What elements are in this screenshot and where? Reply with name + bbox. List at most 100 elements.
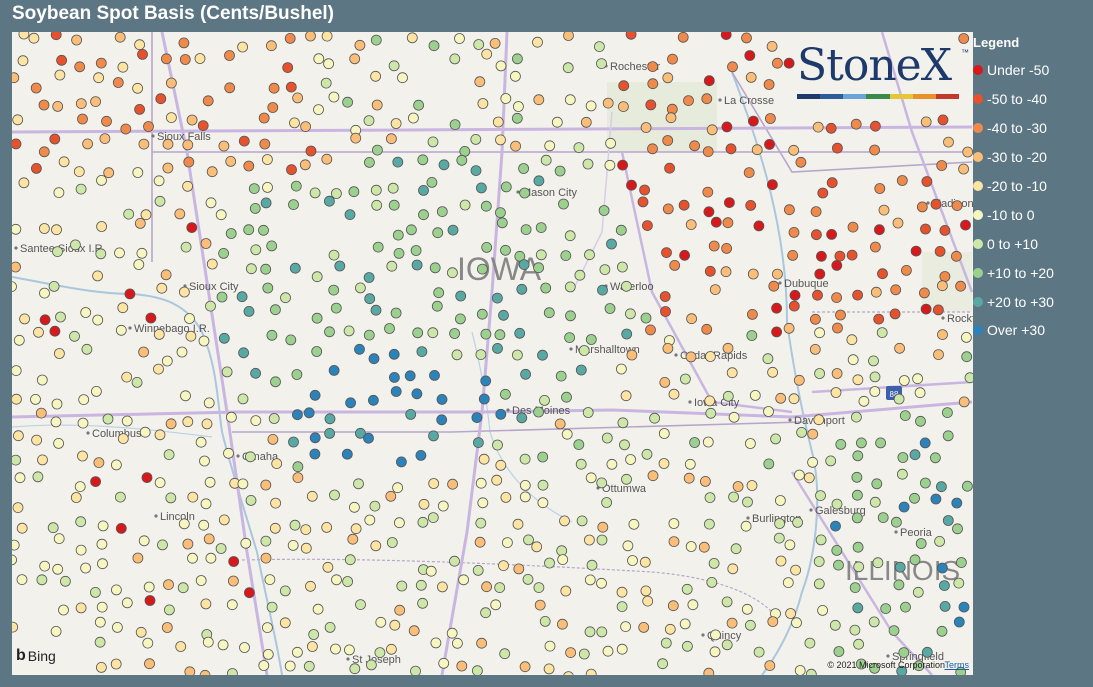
- basis-dot[interactable]: [186, 114, 198, 126]
- basis-dot[interactable]: [744, 50, 756, 61]
- basis-dot[interactable]: [858, 395, 870, 407]
- basis-dot[interactable]: [562, 62, 574, 74]
- basis-dot[interactable]: [81, 343, 93, 355]
- basis-dot[interactable]: [305, 145, 317, 157]
- basis-dot[interactable]: [951, 200, 963, 212]
- basis-dot[interactable]: [477, 497, 489, 509]
- basis-dot[interactable]: [472, 437, 484, 449]
- basis-dot[interactable]: [267, 433, 279, 445]
- basis-dot[interactable]: [237, 393, 249, 405]
- basis-dot[interactable]: [495, 459, 507, 471]
- basis-dot[interactable]: [19, 313, 31, 325]
- basis-dot[interactable]: [544, 557, 555, 569]
- basis-dot[interactable]: [953, 616, 965, 628]
- basis-dot[interactable]: [249, 202, 261, 214]
- basis-dot[interactable]: [51, 398, 63, 410]
- basis-dot[interactable]: [154, 429, 166, 441]
- basis-dot[interactable]: [498, 309, 509, 321]
- basis-dot[interactable]: [260, 197, 272, 209]
- basis-dot[interactable]: [308, 629, 320, 640]
- basis-dot[interactable]: [372, 241, 384, 253]
- basis-dot[interactable]: [584, 574, 596, 586]
- basis-dot[interactable]: [140, 209, 152, 221]
- basis-dot[interactable]: [429, 262, 441, 274]
- basis-dot[interactable]: [12, 138, 22, 150]
- basis-dot[interactable]: [599, 264, 611, 276]
- basis-dot[interactable]: [291, 646, 303, 658]
- basis-dot[interactable]: [16, 522, 28, 534]
- basis-dot[interactable]: [889, 308, 901, 320]
- basis-dot[interactable]: [475, 477, 487, 489]
- basis-dot[interactable]: [914, 387, 926, 399]
- basis-dot[interactable]: [520, 368, 531, 380]
- basis-dot[interactable]: [640, 312, 652, 324]
- basis-dot[interactable]: [804, 637, 816, 649]
- basis-dot[interactable]: [184, 313, 195, 324]
- basis-dot[interactable]: [835, 438, 847, 450]
- basis-dot[interactable]: [952, 523, 963, 535]
- basis-dot[interactable]: [667, 53, 678, 65]
- basis-dot[interactable]: [817, 605, 828, 616]
- basis-dot[interactable]: [512, 101, 524, 112]
- basis-dot[interactable]: [899, 410, 911, 422]
- basis-dot[interactable]: [939, 601, 951, 612]
- basis-dot[interactable]: [50, 32, 62, 41]
- basis-dot[interactable]: [115, 522, 127, 534]
- basis-dot[interactable]: [732, 481, 744, 492]
- basis-dot[interactable]: [218, 140, 230, 152]
- basis-dot[interactable]: [831, 292, 842, 304]
- basis-dot[interactable]: [920, 477, 931, 489]
- basis-dot[interactable]: [31, 434, 43, 446]
- basis-dot[interactable]: [163, 604, 175, 616]
- basis-dot[interactable]: [182, 139, 194, 151]
- basis-dot[interactable]: [428, 430, 439, 442]
- basis-dot[interactable]: [766, 40, 778, 52]
- basis-dot[interactable]: [727, 61, 738, 73]
- basis-dot[interactable]: [617, 417, 629, 429]
- basis-dot[interactable]: [12, 223, 22, 235]
- basis-dot[interactable]: [53, 187, 65, 199]
- basis-dot[interactable]: [500, 93, 512, 104]
- basis-dot[interactable]: [849, 624, 861, 636]
- basis-dot[interactable]: [262, 282, 274, 294]
- basis-dot[interactable]: [203, 533, 215, 545]
- basis-dot[interactable]: [831, 498, 843, 510]
- basis-dot[interactable]: [93, 72, 104, 84]
- basis-dot[interactable]: [667, 600, 679, 612]
- basis-dot[interactable]: [575, 458, 587, 470]
- basis-dot[interactable]: [722, 217, 734, 229]
- basis-dot[interactable]: [747, 268, 759, 280]
- basis-dot[interactable]: [893, 579, 905, 591]
- basis-dot[interactable]: [512, 518, 524, 530]
- legend-item[interactable]: -50 to -40: [973, 85, 1093, 114]
- basis-dot[interactable]: [501, 537, 513, 549]
- basis-dot[interactable]: [244, 451, 256, 463]
- basis-dot[interactable]: [958, 396, 970, 408]
- basis-dot[interactable]: [477, 98, 489, 109]
- basis-dot[interactable]: [225, 155, 237, 167]
- basis-dot[interactable]: [617, 159, 628, 171]
- basis-dot[interactable]: [117, 302, 129, 314]
- basis-dot[interactable]: [236, 291, 248, 303]
- basis-dot[interactable]: [53, 533, 65, 545]
- basis-dot[interactable]: [537, 451, 549, 463]
- basis-dot[interactable]: [305, 580, 316, 592]
- basis-dot[interactable]: [912, 373, 923, 385]
- basis-dot[interactable]: [143, 581, 155, 593]
- basis-dot[interactable]: [621, 280, 632, 292]
- basis-dot[interactable]: [930, 493, 942, 505]
- basis-dot[interactable]: [321, 153, 333, 165]
- basis-dot[interactable]: [721, 596, 733, 608]
- basis-dot[interactable]: [955, 280, 966, 292]
- basis-dot[interactable]: [331, 574, 342, 586]
- basis-dot[interactable]: [930, 452, 941, 464]
- basis-dot[interactable]: [537, 497, 549, 509]
- terms-link[interactable]: Terms: [945, 660, 970, 670]
- basis-dot[interactable]: [458, 574, 470, 586]
- basis-dot[interactable]: [202, 95, 214, 107]
- basis-dot[interactable]: [284, 33, 296, 44]
- basis-dot[interactable]: [851, 411, 862, 423]
- basis-dot[interactable]: [392, 229, 404, 241]
- basis-dot[interactable]: [625, 454, 636, 465]
- basis-dot[interactable]: [388, 371, 400, 383]
